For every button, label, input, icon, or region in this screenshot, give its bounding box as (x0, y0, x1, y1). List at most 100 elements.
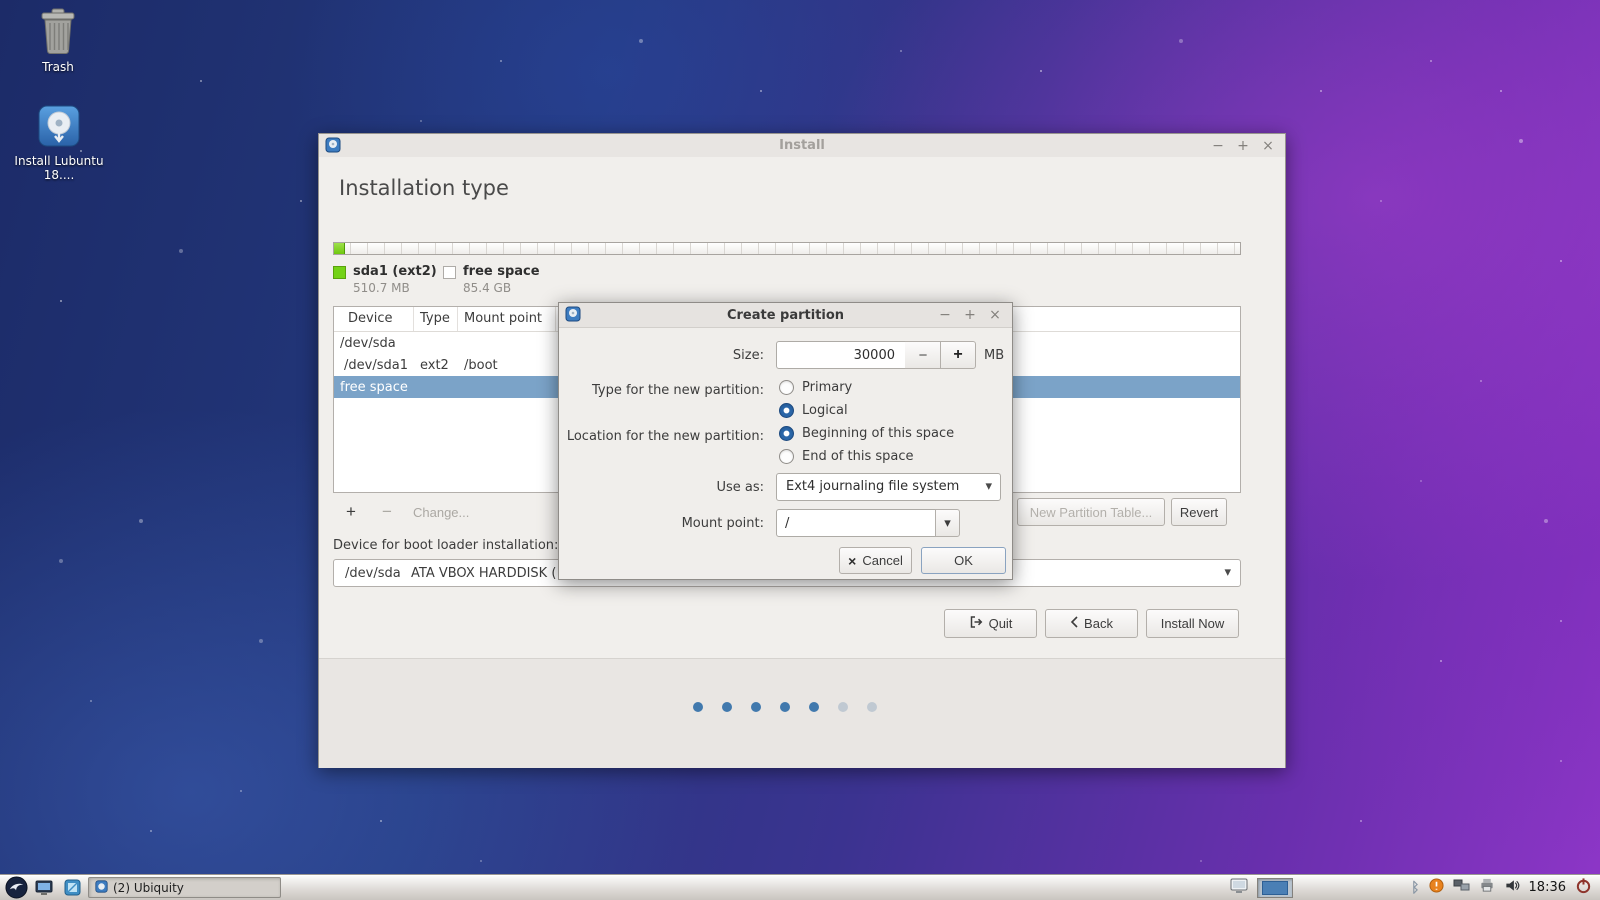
partition-bar-used-segment (334, 243, 345, 254)
taskbar-clock[interactable]: 18:36 (1529, 880, 1566, 895)
install-window-titlebar[interactable]: Install − + × (319, 134, 1285, 157)
radio-icon (779, 380, 794, 395)
radio-logical[interactable]: Logical (779, 403, 848, 418)
update-notifier-icon[interactable] (1429, 878, 1444, 897)
back-button[interactable]: Back (1045, 609, 1138, 638)
network-icon[interactable] (1453, 878, 1470, 897)
cell-device: free space (340, 379, 408, 395)
volume-icon[interactable] (1504, 878, 1520, 897)
legend-item-sda1: sda1 (ext2) 510.7 MB (333, 264, 437, 295)
desktop: Trash Install Lubuntu 18.... Install − +… (0, 0, 1600, 900)
cell-device: /dev/sda1 (344, 357, 408, 373)
workspace-switcher[interactable] (1257, 877, 1294, 898)
cancel-button-label: Cancel (862, 553, 903, 568)
new-partition-table-button[interactable]: New Partition Table... (1017, 498, 1165, 526)
system-tray: ᛒ 18:36 (1230, 877, 1592, 898)
trash-desktop-icon[interactable]: Trash (20, 8, 96, 74)
legend-label: sda1 (ext2) (353, 264, 437, 279)
size-decrement-button[interactable]: − (905, 341, 941, 369)
change-partition-button[interactable]: Change... (413, 498, 469, 526)
column-header-mount-point[interactable]: Mount point (458, 307, 556, 331)
workspace-active-cell (1262, 880, 1289, 895)
radio-logical-label: Logical (802, 403, 848, 418)
window-title: Install (779, 138, 825, 153)
bootloader-label: Device for boot loader installation: (333, 538, 559, 553)
slideshow-dot (809, 702, 819, 712)
bootloader-device-value: /dev/sda (345, 566, 401, 581)
show-desktop-icon[interactable] (60, 876, 84, 900)
chevron-down-icon: ▾ (1224, 565, 1231, 580)
display-settings-icon[interactable] (1230, 878, 1248, 898)
power-icon[interactable] (1575, 877, 1592, 898)
trash-icon (20, 8, 96, 57)
app-menu-button[interactable] (4, 876, 28, 900)
back-button-label: Back (1084, 616, 1113, 631)
bluetooth-icon[interactable]: ᛒ (1411, 880, 1419, 896)
size-increment-button[interactable]: + (940, 341, 976, 369)
add-partition-button[interactable]: + (337, 498, 365, 526)
ok-button[interactable]: OK (921, 547, 1006, 574)
installer-icon (12, 104, 106, 151)
install-now-button[interactable]: Install Now (1146, 609, 1239, 638)
radio-beginning-of-space[interactable]: Beginning of this space (779, 426, 954, 441)
quit-button-label: Quit (988, 616, 1013, 631)
cell-mount: /boot (464, 357, 498, 373)
ok-button-label: OK (954, 553, 973, 568)
size-input[interactable] (776, 341, 906, 369)
radio-checked-icon (779, 403, 794, 418)
close-icon[interactable]: × (988, 307, 1002, 323)
window-controls: − + × (1211, 134, 1275, 157)
cancel-button[interactable]: × Cancel (839, 547, 912, 574)
use-as-dropdown[interactable]: Ext4 journaling file system ▾ (776, 473, 1001, 501)
install-label: Install Lubuntu 18.... (14, 154, 104, 182)
location-label: Location for the new partition: (566, 429, 764, 444)
maximize-icon[interactable]: + (963, 307, 977, 323)
slideshow-dot (838, 702, 848, 712)
radio-end-of-space[interactable]: End of this space (779, 449, 914, 464)
radio-icon (779, 449, 794, 464)
taskbar: (2) Ubiquity ᛒ 18:36 (0, 874, 1600, 900)
mount-point-input[interactable] (776, 509, 936, 537)
radio-beginning-label: Beginning of this space (802, 426, 955, 441)
slideshow-area (319, 658, 1285, 768)
mount-point-dropdown-button[interactable]: ▾ (935, 509, 960, 537)
cancel-icon: × (848, 552, 857, 569)
slideshow-dot (693, 702, 703, 712)
quit-icon (969, 615, 983, 632)
file-manager-icon[interactable] (32, 876, 56, 900)
install-desktop-icon[interactable]: Install Lubuntu 18.... (12, 104, 106, 182)
column-header-type[interactable]: Type (414, 307, 458, 331)
use-as-label: Use as: (716, 480, 764, 495)
slideshow-dot (751, 702, 761, 712)
size-label: Size: (732, 348, 764, 363)
installer-window-icon (565, 306, 581, 322)
create-partition-dialog: Create partition − + × Size: − + MB Type… (558, 302, 1013, 580)
ubiquity-task-icon (95, 879, 108, 896)
use-as-value: Ext4 journaling file system (786, 479, 960, 494)
revert-button[interactable]: Revert (1171, 498, 1227, 526)
legend-label: free space (463, 264, 540, 279)
starfield (0, 0, 2, 2)
radio-primary[interactable]: Primary (779, 380, 852, 395)
dialog-titlebar[interactable]: Create partition − + × (559, 303, 1012, 328)
printer-icon[interactable] (1479, 878, 1495, 897)
close-icon[interactable]: × (1261, 138, 1275, 154)
size-unit-label: MB (984, 348, 1005, 363)
radio-checked-icon (779, 426, 794, 441)
quit-button[interactable]: Quit (944, 609, 1037, 638)
minimize-icon[interactable]: − (1211, 138, 1225, 154)
chevron-down-icon: ▾ (985, 479, 992, 494)
slideshow-dot (722, 702, 732, 712)
cell-type: ext2 (420, 357, 449, 373)
minimize-icon[interactable]: − (938, 307, 952, 323)
column-header-device[interactable]: Device (334, 307, 414, 331)
maximize-icon[interactable]: + (1236, 138, 1250, 154)
chevron-left-icon (1070, 616, 1078, 631)
legend-item-free-space: free space 85.4 GB (443, 264, 540, 295)
taskbar-window-button-ubiquity[interactable]: (2) Ubiquity (88, 877, 281, 898)
cell-device: /dev/sda (340, 335, 396, 351)
remove-partition-button[interactable]: − (373, 498, 401, 526)
legend-swatch-used (333, 266, 346, 279)
slideshow-dots (693, 702, 877, 712)
page-title: Installation type (339, 176, 509, 200)
